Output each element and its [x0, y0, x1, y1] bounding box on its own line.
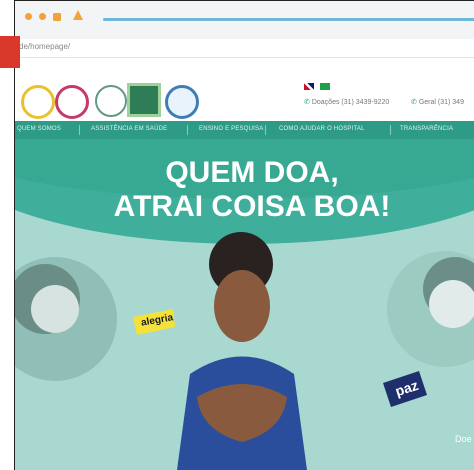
logo-blue-seal-icon[interactable] [165, 85, 199, 119]
nav-divider [79, 125, 80, 135]
nav-item-transparencia[interactable]: TRANSPARÊNCIA [400, 126, 453, 132]
browser-chrome [15, 1, 474, 39]
address-bar[interactable] [103, 18, 474, 21]
phone-donations[interactable]: ✆ Doações (31) 3439-9220 [304, 98, 389, 106]
site-header [15, 59, 474, 121]
br-flag-icon[interactable] [320, 83, 330, 90]
woman-face [214, 270, 270, 342]
logo-badge-pink-icon[interactable] [55, 85, 89, 119]
child-left-face [31, 285, 79, 333]
phone-icon: ✆ [304, 99, 310, 106]
logo-doar-icon[interactable] [95, 85, 127, 117]
red-marker [0, 36, 20, 68]
phone-icon: ✆ [411, 99, 417, 106]
hero-headline-line2: ATRAI COISA BOA! [15, 191, 474, 223]
nav-item-ensino[interactable]: ENSINO E PESQUISA [199, 126, 263, 132]
nav-item-como-ajudar[interactable]: COMO AJUDAR O HOSPITAL [279, 126, 365, 132]
url-row[interactable]: de/homepage/ [15, 39, 474, 58]
phone-general[interactable]: ✆ Geral (31) 349 [411, 98, 464, 106]
main-nav: QUEM SOMOS ASSISTÊNCIA EM SAÚDE ENSINO E… [15, 121, 474, 139]
nav-divider [265, 125, 266, 135]
en-flag-icon[interactable] [304, 83, 314, 90]
donate-link[interactable]: Doe [455, 434, 472, 444]
nav-divider [187, 125, 188, 135]
window-dot-icon[interactable] [25, 13, 32, 20]
browser-window: de/homepage/ ✆ Doações (31) 3439-9220 ✆ … [14, 0, 474, 470]
window-dot-icon[interactable] [39, 13, 46, 20]
hero-banner[interactable]: QUEM DOA, ATRAI COISA BOA! alegria paz [15, 139, 474, 470]
nav-divider [390, 125, 391, 135]
logo-green-seal-icon[interactable] [127, 83, 161, 117]
window-triangle-icon[interactable] [73, 10, 83, 20]
logo-badge-yellow-icon[interactable] [21, 85, 55, 119]
url-text[interactable]: de/homepage/ [19, 42, 70, 51]
hero-headline-line1: QUEM DOA, [15, 157, 474, 189]
language-switcher [304, 83, 330, 92]
nav-item-quem-somos[interactable]: QUEM SOMOS [17, 126, 61, 132]
window-square-icon[interactable] [53, 13, 61, 21]
nav-item-assistencia[interactable]: ASSISTÊNCIA EM SAÚDE [91, 126, 167, 132]
